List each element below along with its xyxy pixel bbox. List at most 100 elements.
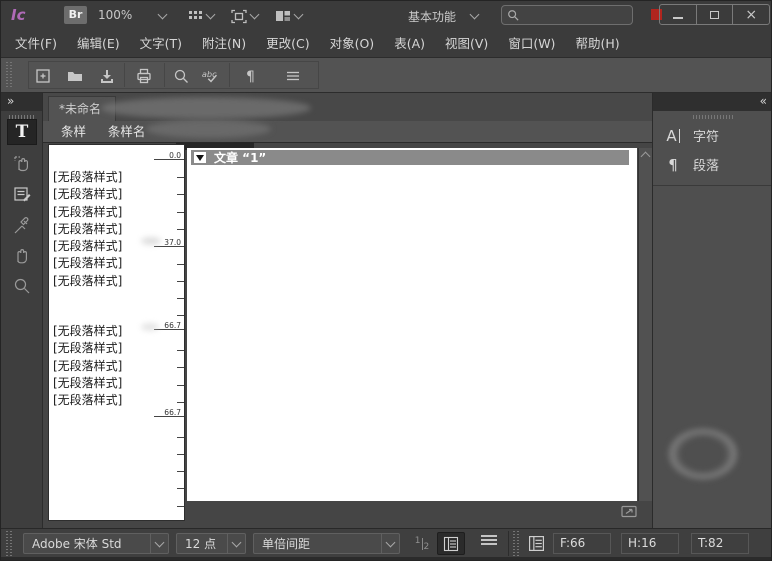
ruler-tick <box>177 385 184 386</box>
note-tool[interactable] <box>7 181 37 207</box>
statusbar-grip[interactable] <box>513 531 519 556</box>
menu-bar: 文件(F)编辑(E)文字(T)附注(N)更改(C)对象(O)表(A)视图(V)窗… <box>1 30 772 58</box>
collapse-left-icon[interactable]: « <box>754 94 772 108</box>
menu-item[interactable]: 帮助(H) <box>565 30 629 58</box>
smudge-artifact <box>141 323 159 331</box>
leading-dropdown[interactable]: 单倍间距 <box>253 533 400 554</box>
close-button[interactable]: × <box>732 5 769 24</box>
view-options-icon[interactable] <box>185 6 205 26</box>
incopy-logo-icon: Ic <box>11 6 25 24</box>
search-box[interactable] <box>501 5 633 25</box>
tools-panel-header: » <box>1 93 42 111</box>
chevron-down-icon[interactable] <box>250 10 260 20</box>
ruler-tick <box>177 315 184 316</box>
chevron-down-icon[interactable] <box>158 10 168 20</box>
chevron-down-icon <box>155 537 165 547</box>
print-icon[interactable] <box>134 66 154 86</box>
panel-divider <box>653 185 772 186</box>
open-folder-icon[interactable] <box>65 66 85 86</box>
menu-item[interactable]: 视图(V) <box>435 30 498 58</box>
smudge-artifact <box>668 428 738 480</box>
ruler-tick <box>177 506 184 507</box>
scroll-up-icon[interactable] <box>641 152 651 162</box>
menu-item[interactable]: 文件(F) <box>5 30 67 58</box>
search-input[interactable] <box>519 8 627 22</box>
maximize-button[interactable] <box>696 5 733 24</box>
maximize-icon <box>710 11 719 19</box>
vertical-scrollbar[interactable] <box>638 148 652 501</box>
style-row: [无段落样式] <box>49 358 154 375</box>
ruler-tick <box>177 281 184 282</box>
smudge-artifact <box>141 237 161 245</box>
character-panel-button[interactable]: A 字符 <box>653 121 772 150</box>
screen-mode-icon[interactable] <box>229 6 249 26</box>
statusbar-grip[interactable] <box>6 531 12 556</box>
collapse-right-icon[interactable]: » <box>1 94 20 108</box>
menu-item[interactable]: 文字(T) <box>130 30 192 58</box>
tab-galley-name[interactable]: 条样名 <box>108 121 146 142</box>
menu-item[interactable]: 附注(N) <box>192 30 256 58</box>
toolbar-grip[interactable] <box>6 62 12 88</box>
character-panel-icon: A <box>653 127 693 145</box>
stat-field: H:16 <box>621 533 679 554</box>
minimize-icon <box>673 17 683 19</box>
type-tool[interactable]: T <box>7 119 37 145</box>
fraction-icon[interactable]: 1 2 <box>413 535 431 553</box>
chevron-down-icon[interactable] <box>470 10 480 20</box>
style-column-toggle-button[interactable] <box>437 532 465 555</box>
toolbar-separator <box>124 63 125 87</box>
menu-lines-icon[interactable] <box>283 66 303 86</box>
story-header: 文章 “1” <box>191 150 629 165</box>
stat-field: T:82 <box>691 533 749 554</box>
search-icon <box>507 9 519 21</box>
window-footer <box>1 557 772 561</box>
style-row: [无段落样式] <box>49 255 154 272</box>
copyfit-info-icon[interactable] <box>528 535 545 552</box>
spellcheck-icon[interactable]: abc <box>201 66 221 86</box>
ruler-tick <box>177 454 184 455</box>
menu-item[interactable]: 对象(O) <box>320 30 385 58</box>
style-row: [无段落样式] <box>49 375 154 392</box>
right-panel-header: « <box>653 93 772 111</box>
menu-lines-icon[interactable] <box>481 535 497 545</box>
eyedropper-tool[interactable] <box>7 213 37 239</box>
main-toolbar: abc ¶ <box>1 58 772 93</box>
style-row: [无段落样式] <box>49 204 154 221</box>
page-jump-icon[interactable] <box>619 504 638 519</box>
save-icon[interactable] <box>97 66 117 86</box>
new-document-icon[interactable] <box>33 66 53 86</box>
font-family-dropdown[interactable]: Adobe 宋体 Std <box>23 533 169 554</box>
font-size-dropdown[interactable]: 12 点 <box>176 533 246 554</box>
chevron-down-icon[interactable] <box>206 10 216 20</box>
menu-item[interactable]: 更改(C) <box>256 30 319 58</box>
font-size-value: 12 点 <box>177 535 227 552</box>
character-panel-label: 字符 <box>693 126 719 145</box>
search-tool-icon[interactable] <box>171 66 191 86</box>
bridge-button[interactable]: Br <box>64 6 87 24</box>
style-column-icon <box>443 536 459 552</box>
chevron-down-icon[interactable] <box>294 10 304 20</box>
type-tool-glyph: T <box>16 122 29 142</box>
paragraph-panel-label: 段落 <box>693 155 719 174</box>
menu-item[interactable]: 编辑(E) <box>67 30 130 58</box>
zoom-level-dropdown[interactable]: 100% <box>98 8 132 22</box>
pilcrow-icon[interactable]: ¶ <box>241 66 261 86</box>
style-row: [无段落样式] <box>49 221 154 238</box>
style-row: [无段落样式] <box>49 273 154 290</box>
collapse-story-button[interactable] <box>194 152 206 163</box>
story-editor[interactable]: 文章 “1” <box>187 148 637 501</box>
paragraph-panel-button[interactable]: ¶ 段落 <box>653 150 772 179</box>
menu-item[interactable]: 窗口(W) <box>498 30 565 58</box>
hand-tool[interactable] <box>7 243 37 269</box>
tab-galley[interactable]: 条样 <box>61 121 86 142</box>
arrange-documents-icon[interactable] <box>273 6 293 26</box>
panel-grip[interactable] <box>693 115 733 119</box>
zoom-tool[interactable] <box>7 273 37 299</box>
minimize-button[interactable] <box>660 5 696 24</box>
workspace-switcher[interactable]: 基本功能 <box>408 8 456 25</box>
position-tool[interactable] <box>7 151 37 177</box>
right-dock-panel: « A 字符 ¶ 段落 <box>652 93 772 528</box>
chevron-down-icon <box>232 537 242 547</box>
menu-item[interactable]: 表(A) <box>384 30 435 58</box>
style-row: [无段落样式] <box>49 238 154 255</box>
